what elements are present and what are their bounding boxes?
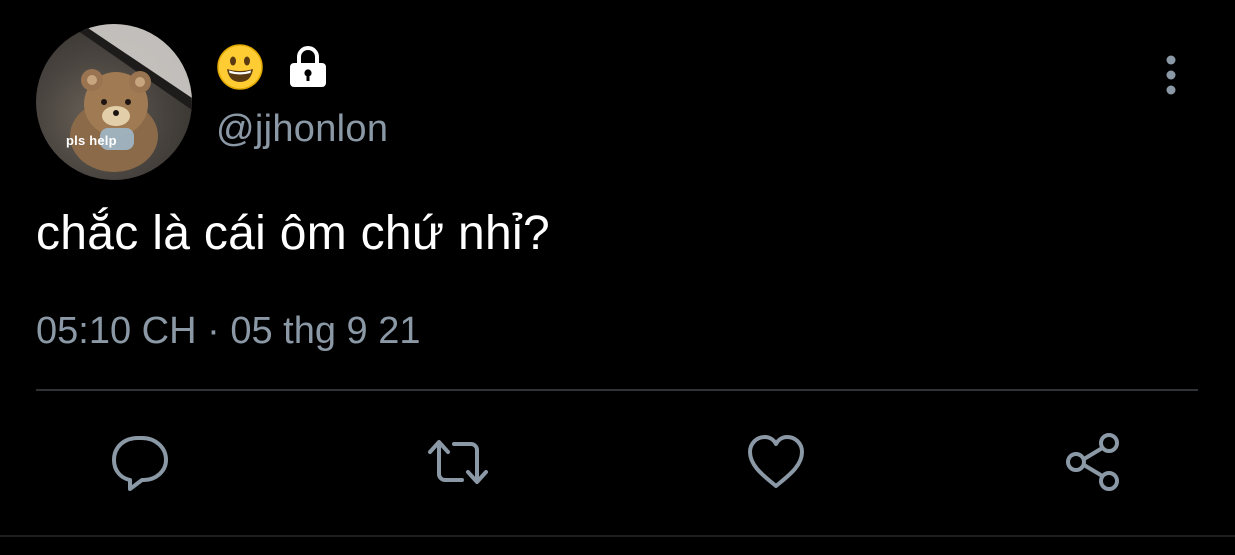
heart-icon — [748, 435, 804, 488]
retweet-icon — [428, 440, 488, 484]
tweet-time: 05:10 CH — [36, 310, 197, 352]
share-button[interactable] — [1062, 430, 1126, 494]
bottom-divider — [0, 535, 1235, 537]
more-vertical-icon — [1166, 55, 1176, 95]
reply-button[interactable] — [108, 430, 172, 494]
tweet-text: chắc là cái ôm chứ nhỉ? — [36, 207, 550, 260]
retweet-button[interactable] — [426, 430, 490, 494]
timestamp-separator: · — [207, 310, 220, 352]
like-button[interactable] — [744, 430, 808, 494]
tweet-detail: pls help @jjhonlon chắc là cái ôm chứ nh… — [0, 0, 1235, 555]
avatar-image — [70, 24, 192, 172]
avatar-caption: pls help — [66, 133, 117, 148]
more-options-button[interactable] — [1152, 52, 1190, 98]
tweet-date: 05 thg 9 21 — [230, 310, 421, 352]
lock-icon — [290, 46, 326, 87]
share-icon — [1066, 433, 1119, 491]
grinning-face-emoji-icon — [217, 44, 263, 90]
user-handle[interactable]: @jjhonlon — [216, 108, 388, 151]
divider — [36, 389, 1198, 391]
avatar[interactable]: pls help — [36, 24, 192, 180]
tweet-timestamp[interactable]: 05:10 CH · 05 thg 9 21 — [36, 310, 421, 353]
comment-icon — [112, 436, 168, 491]
display-name[interactable] — [216, 42, 328, 92]
